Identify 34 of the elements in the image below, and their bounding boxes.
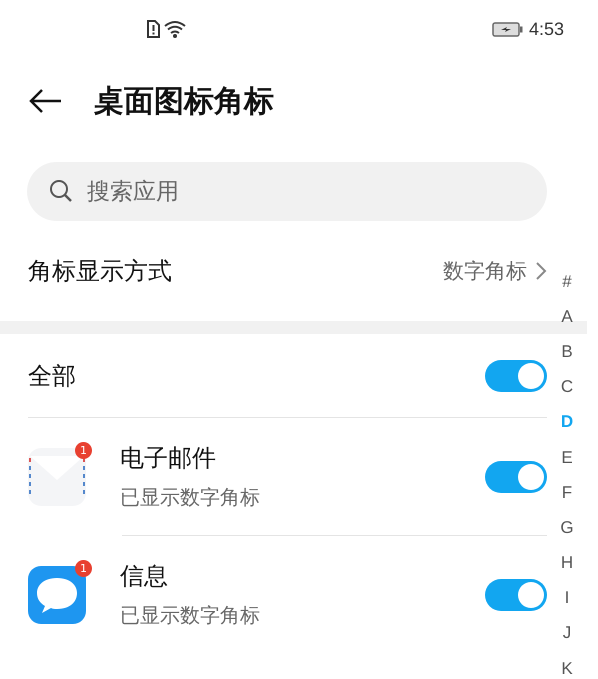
back-button[interactable] [28,88,62,114]
page-title: 桌面图标角标 [94,82,274,120]
search-field[interactable]: 搜索应用 [27,162,547,221]
chevron-right-icon [535,261,547,281]
app-name: 信息 [120,561,169,592]
chat-bubble-icon [28,566,86,624]
index-letter[interactable]: B [561,334,573,370]
app-name: 电子邮件 [120,443,217,474]
setting-value[interactable]: 数字角标 [443,257,527,285]
toggle-switch[interactable] [485,360,547,392]
toggle-switch[interactable] [485,460,547,492]
battery-charging-icon [492,22,523,36]
envelope-icon [28,448,86,506]
index-letter[interactable]: K [561,651,573,679]
index-letter[interactable]: C [560,370,574,405]
app-status: 已显示数字角标 [120,602,261,629]
index-letter[interactable]: A [561,299,573,334]
search-icon [49,179,73,203]
sim-alert-icon [146,20,160,38]
index-letter[interactable]: J [562,616,572,652]
index-letter[interactable]: H [560,546,574,581]
count-badge: 1 [75,442,92,458]
setting-label: 角标显示方式 [28,256,172,287]
wifi-icon [164,20,186,38]
count-badge: 1 [75,560,92,576]
status-time: 4:53 [528,18,564,40]
index-letter[interactable]: E [561,440,573,476]
index-letter[interactable]: I [564,580,570,616]
index-letter[interactable]: # [562,264,572,300]
index-letter[interactable]: G [560,510,574,546]
app-status: 已显示数字角标 [120,484,261,511]
setting-label: 全部 [28,360,76,392]
index-letter[interactable]: F [562,475,572,510]
toggle-switch[interactable] [485,578,547,610]
